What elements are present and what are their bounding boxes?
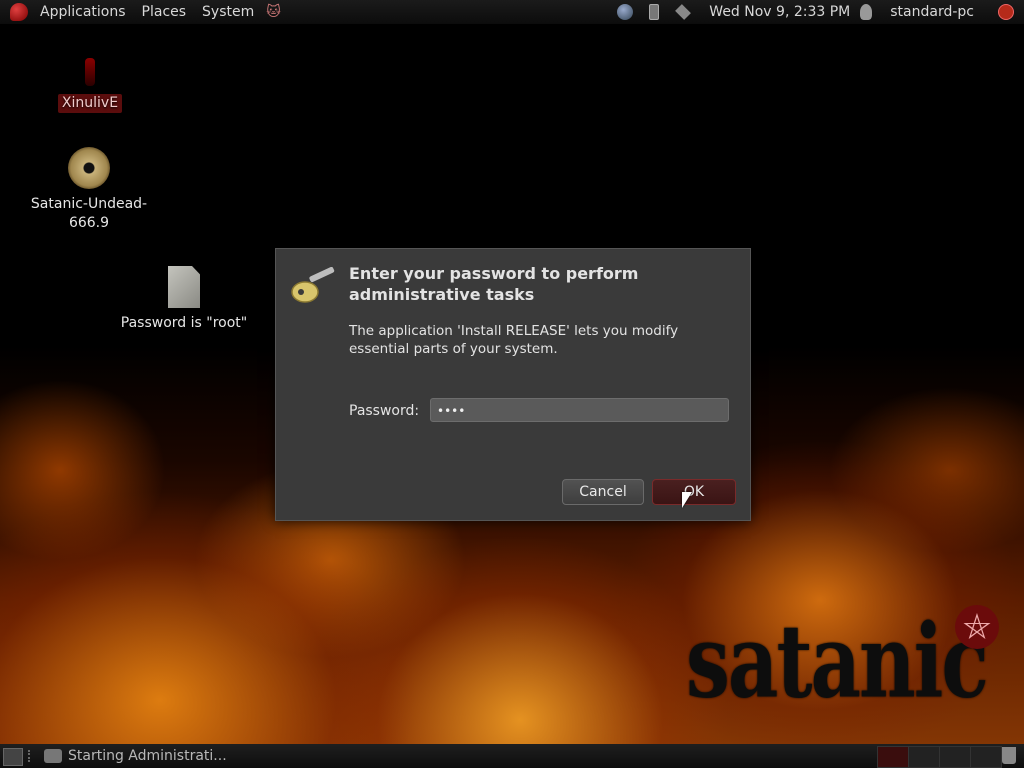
workspace-1[interactable] — [877, 746, 909, 768]
cancel-button-label: Cancel — [579, 484, 627, 500]
network-globe-icon[interactable] — [617, 4, 634, 20]
top-panel: Applications Places System 🐱 Wed Nov 9, … — [0, 0, 1024, 24]
desktop-icon-label: XinulivE — [57, 94, 123, 113]
mail-icon[interactable] — [675, 4, 692, 20]
trash-icon[interactable] — [1002, 747, 1016, 764]
power-icon[interactable] — [998, 4, 1014, 20]
pentagram-icon: ⛤ — [955, 605, 999, 649]
cancel-button[interactable]: Cancel — [562, 479, 644, 505]
ok-button[interactable]: OK — [652, 479, 736, 505]
desktop-icon-home[interactable]: XinulivE — [52, 58, 128, 113]
document-icon — [168, 266, 200, 308]
dialog-description: The application 'Install RELEASE' lets y… — [349, 323, 679, 357]
menu-places[interactable]: Places — [134, 0, 195, 24]
system-tray: Wed Nov 9, 2:33 PM standard-pc — [609, 0, 1024, 24]
desktop-icon-label: Password is "root" — [120, 315, 248, 331]
desktop-icon-label-line2: 666.9 — [68, 215, 110, 231]
user-name[interactable]: standard-pc — [890, 4, 974, 20]
mouse-cursor-icon — [682, 492, 692, 508]
disc-icon — [68, 147, 110, 189]
password-label: Password: — [349, 403, 420, 419]
user-icon[interactable] — [860, 4, 873, 20]
desktop-icon-label-line1: Satanic-Undead- — [30, 196, 148, 212]
workspace-4[interactable] — [970, 746, 1002, 768]
password-input[interactable]: •••• — [430, 398, 729, 422]
taskbar-item-label[interactable]: Starting Administrati... — [68, 744, 227, 768]
clock[interactable]: Wed Nov 9, 2:33 PM — [709, 4, 850, 20]
panel-handle[interactable] — [28, 750, 36, 762]
dialog-title: Enter your password to perform administr… — [349, 264, 639, 304]
key-icon — [291, 267, 335, 303]
workspace-3[interactable] — [939, 746, 971, 768]
home-figure-icon — [85, 58, 95, 86]
menu-system[interactable]: System — [194, 0, 262, 24]
menu-applications[interactable]: Applications — [32, 0, 134, 24]
task-app-icon — [44, 749, 62, 763]
show-desktop-button[interactable] — [3, 748, 23, 766]
distro-logo-icon[interactable] — [10, 3, 28, 21]
brand-logo: satanic — [686, 603, 989, 722]
battery-icon[interactable] — [649, 4, 660, 20]
desktop-icon-note[interactable]: Password is "root" — [112, 266, 256, 333]
workspace-2[interactable] — [908, 746, 940, 768]
desktop-icon-disc[interactable]: Satanic-Undead- 666.9 — [24, 147, 154, 233]
auth-dialog: Enter your password to perform administr… — [275, 248, 751, 521]
cat-icon[interactable]: 🐱 — [266, 4, 281, 20]
bottom-panel: Starting Administrati... — [0, 744, 1024, 768]
